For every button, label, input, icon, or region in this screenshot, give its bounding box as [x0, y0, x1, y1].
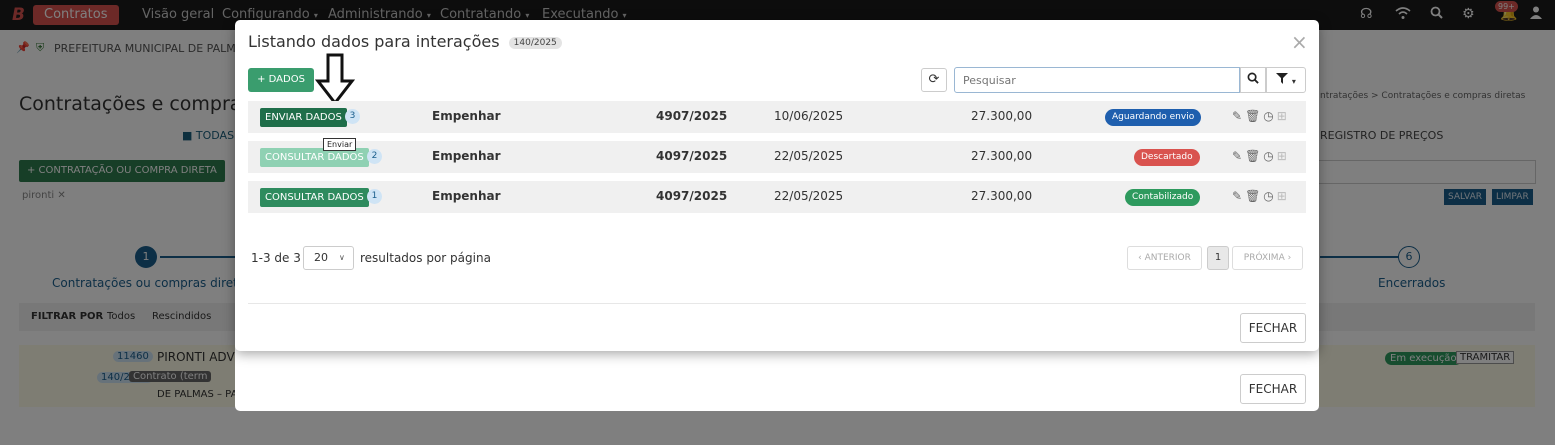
row-date: 22/05/2025	[774, 149, 844, 163]
expand-icon[interactable]: ⊞	[1277, 109, 1290, 123]
search-icon	[1247, 72, 1259, 84]
next-page-button[interactable]: PRÓXIMA ›	[1232, 246, 1303, 270]
status-badge: Descartado	[1134, 149, 1200, 166]
row-type: Empenhar	[432, 189, 501, 203]
clock-icon[interactable]: ◷	[1263, 189, 1276, 203]
row-actions: ✎🗑◷⊞	[1232, 149, 1290, 163]
refresh-button[interactable]: ⟳	[921, 68, 947, 92]
divider	[248, 303, 1306, 304]
background-modal-fechar-button[interactable]: FECHAR	[1240, 374, 1306, 404]
clock-icon[interactable]: ◷	[1263, 149, 1276, 163]
current-page-button[interactable]: 1	[1207, 246, 1229, 270]
filter-icon	[1276, 73, 1289, 84]
per-page-value: 20	[314, 251, 328, 264]
status-badge: Aguardando envio	[1105, 109, 1202, 126]
row-value: 27.300,00	[971, 109, 1033, 123]
row-actions: ✎🗑◷⊞	[1232, 189, 1290, 203]
table-row[interactable]: ENVIAR DADOS 3 Empenhar 4907/2025 10/06/…	[248, 101, 1306, 133]
clock-icon[interactable]: ◷	[1263, 109, 1276, 123]
per-page-select[interactable]: 20 ∨	[303, 246, 354, 270]
row-type: Empenhar	[432, 109, 501, 123]
per-page-label: resultados por página	[360, 251, 491, 265]
table-row[interactable]: CONSULTAR DADOS 2 Empenhar 4097/2025 22/…	[248, 141, 1306, 173]
row-actions: ✎🗑◷⊞	[1232, 109, 1290, 123]
add-data-button[interactable]: + DADOS	[248, 68, 314, 92]
expand-icon[interactable]: ⊞	[1277, 149, 1290, 163]
down-arrow-icon	[315, 53, 355, 105]
refresh-icon: ⟳	[928, 72, 940, 87]
row-number: 4097/2025	[656, 189, 728, 203]
row-number: 4907/2025	[656, 109, 728, 123]
previous-page-button[interactable]: ‹ ANTERIOR	[1127, 246, 1202, 270]
count-badge: 2	[367, 149, 382, 164]
row-value: 27.300,00	[971, 149, 1033, 163]
interactions-modal: Listando dados para interações 140/2025 …	[235, 20, 1319, 351]
expand-icon[interactable]: ⊞	[1277, 189, 1290, 203]
search-button[interactable]	[1240, 67, 1266, 93]
trash-icon[interactable]: 🗑	[1245, 149, 1263, 163]
background-modal	[235, 345, 1319, 411]
modal-title: Listando dados para interações 140/2025	[248, 32, 562, 51]
row-date: 10/06/2025	[774, 109, 844, 123]
count-badge: 1	[367, 189, 382, 204]
chevron-down-icon: ▾	[1291, 77, 1296, 86]
chevron-down-icon: ∨	[339, 253, 345, 262]
table-row[interactable]: CONSULTAR DADOS 1 Empenhar 4097/2025 22/…	[248, 181, 1306, 213]
count-badge: 3	[345, 109, 360, 124]
pencil-icon[interactable]: ✎	[1232, 109, 1245, 123]
trash-icon[interactable]: 🗑	[1245, 189, 1263, 203]
status-badge: Contabilizado	[1125, 189, 1201, 206]
search-input[interactable]	[954, 67, 1240, 93]
trash-icon[interactable]: 🗑	[1245, 109, 1263, 123]
filter-dropdown-button[interactable]: ▾	[1266, 67, 1306, 93]
modal-title-text: Listando dados para interações	[248, 32, 500, 51]
consultar-dados-button[interactable]: CONSULTAR DADOS	[260, 188, 369, 207]
row-value: 27.300,00	[971, 189, 1033, 203]
enviar-dados-button[interactable]: ENVIAR DADOS	[260, 108, 347, 127]
pencil-icon[interactable]: ✎	[1232, 149, 1245, 163]
row-number: 4097/2025	[656, 149, 728, 163]
pagination-range: 1-3 de 3	[251, 251, 301, 265]
row-type: Empenhar	[432, 149, 501, 163]
row-date: 22/05/2025	[774, 189, 844, 203]
close-icon[interactable]: ×	[1291, 30, 1308, 54]
pencil-icon[interactable]: ✎	[1232, 189, 1245, 203]
tooltip: Enviar	[323, 138, 357, 151]
modal-title-badge: 140/2025	[508, 36, 562, 49]
fechar-button[interactable]: FECHAR	[1240, 313, 1306, 343]
